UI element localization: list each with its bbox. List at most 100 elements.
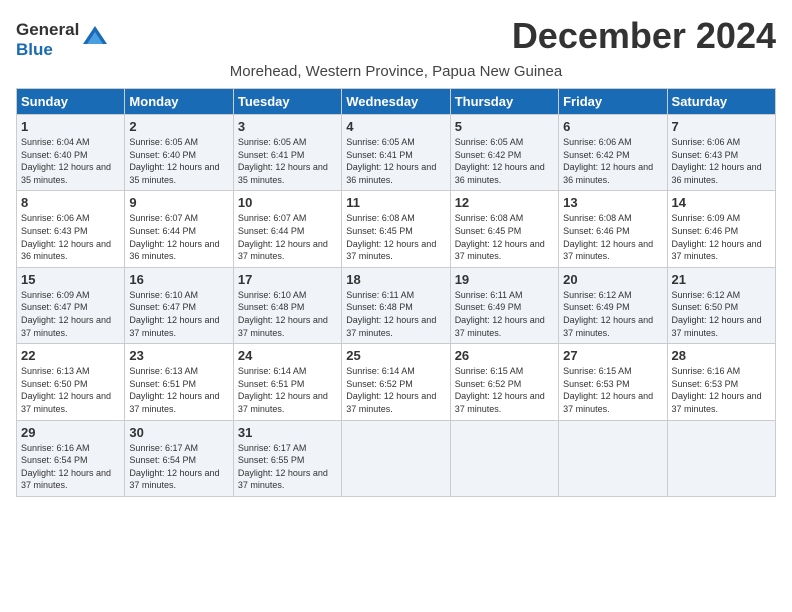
calendar-cell: 5Sunrise: 6:05 AMSunset: 6:42 PMDaylight… bbox=[450, 115, 558, 191]
calendar-cell: 16Sunrise: 6:10 AMSunset: 6:47 PMDayligh… bbox=[125, 267, 233, 343]
calendar-cell: 19 Sunrise: 6:11 AMSunset: 6:49 PMDayligh… bbox=[450, 267, 558, 343]
calendar-cell: 15 Sunrise: 6:09 AMSunset: 6:47 PMDayligh… bbox=[17, 267, 125, 343]
logo-text-line2: Blue bbox=[16, 40, 79, 60]
day-info: Sunrise: 6:08 AMSunset: 6:45 PMDaylight:… bbox=[455, 212, 554, 262]
calendar-cell: 26 Sunrise: 6:15 AMSunset: 6:52 PMDayligh… bbox=[450, 344, 558, 420]
calendar-body: 1Sunrise: 6:04 AMSunset: 6:40 PMDaylight… bbox=[17, 115, 776, 497]
day-number: 18 bbox=[346, 272, 445, 287]
week-row-2: 8 Sunrise: 6:06 AMSunset: 6:43 PMDaylight… bbox=[17, 191, 776, 267]
day-info: Sunrise: 6:16 AMSunset: 6:53 PMDaylight:… bbox=[672, 365, 771, 415]
day-info: Sunrise: 6:07 AMSunset: 6:44 PMDaylight:… bbox=[129, 212, 228, 262]
day-info: Sunrise: 6:08 AMSunset: 6:46 PMDaylight:… bbox=[563, 212, 662, 262]
week-row-5: 29 Sunrise: 6:16 AMSunset: 6:54 PMDayligh… bbox=[17, 420, 776, 496]
day-info: Sunrise: 6:06 AMSunset: 6:43 PMDaylight:… bbox=[672, 136, 771, 186]
calendar-cell: 28 Sunrise: 6:16 AMSunset: 6:53 PMDayligh… bbox=[667, 344, 775, 420]
day-info: Sunrise: 6:15 AMSunset: 6:52 PMDaylight:… bbox=[455, 365, 554, 415]
calendar-cell bbox=[450, 420, 558, 496]
calendar-cell: 29 Sunrise: 6:16 AMSunset: 6:54 PMDayligh… bbox=[17, 420, 125, 496]
calendar-header-row: SundayMondayTuesdayWednesdayThursdayFrid… bbox=[17, 89, 776, 115]
day-info: Sunrise: 6:08 AMSunset: 6:45 PMDaylight:… bbox=[346, 212, 445, 262]
calendar-cell: 31Sunrise: 6:17 AMSunset: 6:55 PMDayligh… bbox=[233, 420, 341, 496]
day-info: Sunrise: 6:05 AMSunset: 6:41 PMDaylight:… bbox=[346, 136, 445, 186]
col-header-wednesday: Wednesday bbox=[342, 89, 450, 115]
week-row-1: 1Sunrise: 6:04 AMSunset: 6:40 PMDaylight… bbox=[17, 115, 776, 191]
calendar-cell: 27Sunrise: 6:15 AMSunset: 6:53 PMDayligh… bbox=[559, 344, 667, 420]
day-number: 9 bbox=[129, 195, 228, 210]
day-info: Sunrise: 6:14 AMSunset: 6:52 PMDaylight:… bbox=[346, 365, 445, 415]
day-number: 29 bbox=[21, 425, 120, 440]
day-number: 13 bbox=[563, 195, 662, 210]
day-info: Sunrise: 6:06 AMSunset: 6:42 PMDaylight:… bbox=[563, 136, 662, 186]
calendar-cell: 4Sunrise: 6:05 AMSunset: 6:41 PMDaylight… bbox=[342, 115, 450, 191]
day-info: Sunrise: 6:13 AMSunset: 6:51 PMDaylight:… bbox=[129, 365, 228, 415]
calendar-cell bbox=[667, 420, 775, 496]
calendar-cell: 24Sunrise: 6:14 AMSunset: 6:51 PMDayligh… bbox=[233, 344, 341, 420]
day-number: 23 bbox=[129, 348, 228, 363]
calendar-cell: 20 Sunrise: 6:12 AMSunset: 6:49 PMDayligh… bbox=[559, 267, 667, 343]
day-info: Sunrise: 6:09 AMSunset: 6:46 PMDaylight:… bbox=[672, 212, 771, 262]
day-number: 20 bbox=[563, 272, 662, 287]
calendar-cell: 18 Sunrise: 6:11 AMSunset: 6:48 PMDayligh… bbox=[342, 267, 450, 343]
calendar-cell: 25 Sunrise: 6:14 AMSunset: 6:52 PMDayligh… bbox=[342, 344, 450, 420]
calendar-cell: 6 Sunrise: 6:06 AMSunset: 6:42 PMDaylight… bbox=[559, 115, 667, 191]
day-info: Sunrise: 6:09 AMSunset: 6:47 PMDaylight:… bbox=[21, 289, 120, 339]
day-number: 2 bbox=[129, 119, 228, 134]
calendar-cell: 14Sunrise: 6:09 AMSunset: 6:46 PMDayligh… bbox=[667, 191, 775, 267]
calendar-cell: 17 Sunrise: 6:10 AMSunset: 6:48 PMDayligh… bbox=[233, 267, 341, 343]
day-number: 15 bbox=[21, 272, 120, 287]
day-info: Sunrise: 6:16 AMSunset: 6:54 PMDaylight:… bbox=[21, 442, 120, 492]
week-row-3: 15 Sunrise: 6:09 AMSunset: 6:47 PMDayligh… bbox=[17, 267, 776, 343]
calendar-cell: 2Sunrise: 6:05 AMSunset: 6:40 PMDaylight… bbox=[125, 115, 233, 191]
calendar-cell: 22 Sunrise: 6:13 AMSunset: 6:50 PMDayligh… bbox=[17, 344, 125, 420]
day-info: Sunrise: 6:06 AMSunset: 6:43 PMDaylight:… bbox=[21, 212, 120, 262]
col-header-sunday: Sunday bbox=[17, 89, 125, 115]
calendar-cell: 23 Sunrise: 6:13 AMSunset: 6:51 PMDayligh… bbox=[125, 344, 233, 420]
day-info: Sunrise: 6:11 AMSunset: 6:48 PMDaylight:… bbox=[346, 289, 445, 339]
calendar-cell: 9 Sunrise: 6:07 AMSunset: 6:44 PMDaylight… bbox=[125, 191, 233, 267]
day-number: 17 bbox=[238, 272, 337, 287]
calendar-cell: 1Sunrise: 6:04 AMSunset: 6:40 PMDaylight… bbox=[17, 115, 125, 191]
logo: General Blue bbox=[16, 20, 109, 59]
day-info: Sunrise: 6:14 AMSunset: 6:51 PMDaylight:… bbox=[238, 365, 337, 415]
calendar-cell: 11 Sunrise: 6:08 AMSunset: 6:45 PMDayligh… bbox=[342, 191, 450, 267]
day-info: Sunrise: 6:10 AMSunset: 6:48 PMDaylight:… bbox=[238, 289, 337, 339]
calendar-cell: 30 Sunrise: 6:17 AMSunset: 6:54 PMDayligh… bbox=[125, 420, 233, 496]
day-number: 11 bbox=[346, 195, 445, 210]
day-number: 25 bbox=[346, 348, 445, 363]
calendar-cell: 10Sunrise: 6:07 AMSunset: 6:44 PMDayligh… bbox=[233, 191, 341, 267]
calendar-cell: 8 Sunrise: 6:06 AMSunset: 6:43 PMDaylight… bbox=[17, 191, 125, 267]
day-info: Sunrise: 6:10 AMSunset: 6:47 PMDaylight:… bbox=[129, 289, 228, 339]
day-number: 12 bbox=[455, 195, 554, 210]
day-number: 5 bbox=[455, 119, 554, 134]
logo-text-line1: General bbox=[16, 20, 79, 40]
calendar-cell: 3Sunrise: 6:05 AMSunset: 6:41 PMDaylight… bbox=[233, 115, 341, 191]
day-number: 6 bbox=[563, 119, 662, 134]
day-info: Sunrise: 6:05 AMSunset: 6:41 PMDaylight:… bbox=[238, 136, 337, 186]
calendar-cell: 13 Sunrise: 6:08 AMSunset: 6:46 PMDayligh… bbox=[559, 191, 667, 267]
day-info: Sunrise: 6:04 AMSunset: 6:40 PMDaylight:… bbox=[21, 136, 120, 186]
day-number: 26 bbox=[455, 348, 554, 363]
day-info: Sunrise: 6:12 AMSunset: 6:50 PMDaylight:… bbox=[672, 289, 771, 339]
calendar-cell bbox=[559, 420, 667, 496]
day-number: 21 bbox=[672, 272, 771, 287]
day-number: 8 bbox=[21, 195, 120, 210]
day-number: 10 bbox=[238, 195, 337, 210]
day-number: 28 bbox=[672, 348, 771, 363]
day-number: 19 bbox=[455, 272, 554, 287]
col-header-friday: Friday bbox=[559, 89, 667, 115]
subtitle: Morehead, Western Province, Papua New Gu… bbox=[16, 63, 776, 80]
month-title: December 2024 bbox=[512, 16, 776, 56]
col-header-saturday: Saturday bbox=[667, 89, 775, 115]
day-number: 30 bbox=[129, 425, 228, 440]
calendar-table: SundayMondayTuesdayWednesdayThursdayFrid… bbox=[16, 88, 776, 497]
week-row-4: 22 Sunrise: 6:13 AMSunset: 6:50 PMDayligh… bbox=[17, 344, 776, 420]
day-number: 7 bbox=[672, 119, 771, 134]
day-info: Sunrise: 6:11 AMSunset: 6:49 PMDaylight:… bbox=[455, 289, 554, 339]
day-info: Sunrise: 6:13 AMSunset: 6:50 PMDaylight:… bbox=[21, 365, 120, 415]
title-block: December 2024 bbox=[512, 16, 776, 56]
day-info: Sunrise: 6:17 AMSunset: 6:55 PMDaylight:… bbox=[238, 442, 337, 492]
day-number: 22 bbox=[21, 348, 120, 363]
day-info: Sunrise: 6:12 AMSunset: 6:49 PMDaylight:… bbox=[563, 289, 662, 339]
calendar-cell bbox=[342, 420, 450, 496]
day-info: Sunrise: 6:17 AMSunset: 6:54 PMDaylight:… bbox=[129, 442, 228, 492]
